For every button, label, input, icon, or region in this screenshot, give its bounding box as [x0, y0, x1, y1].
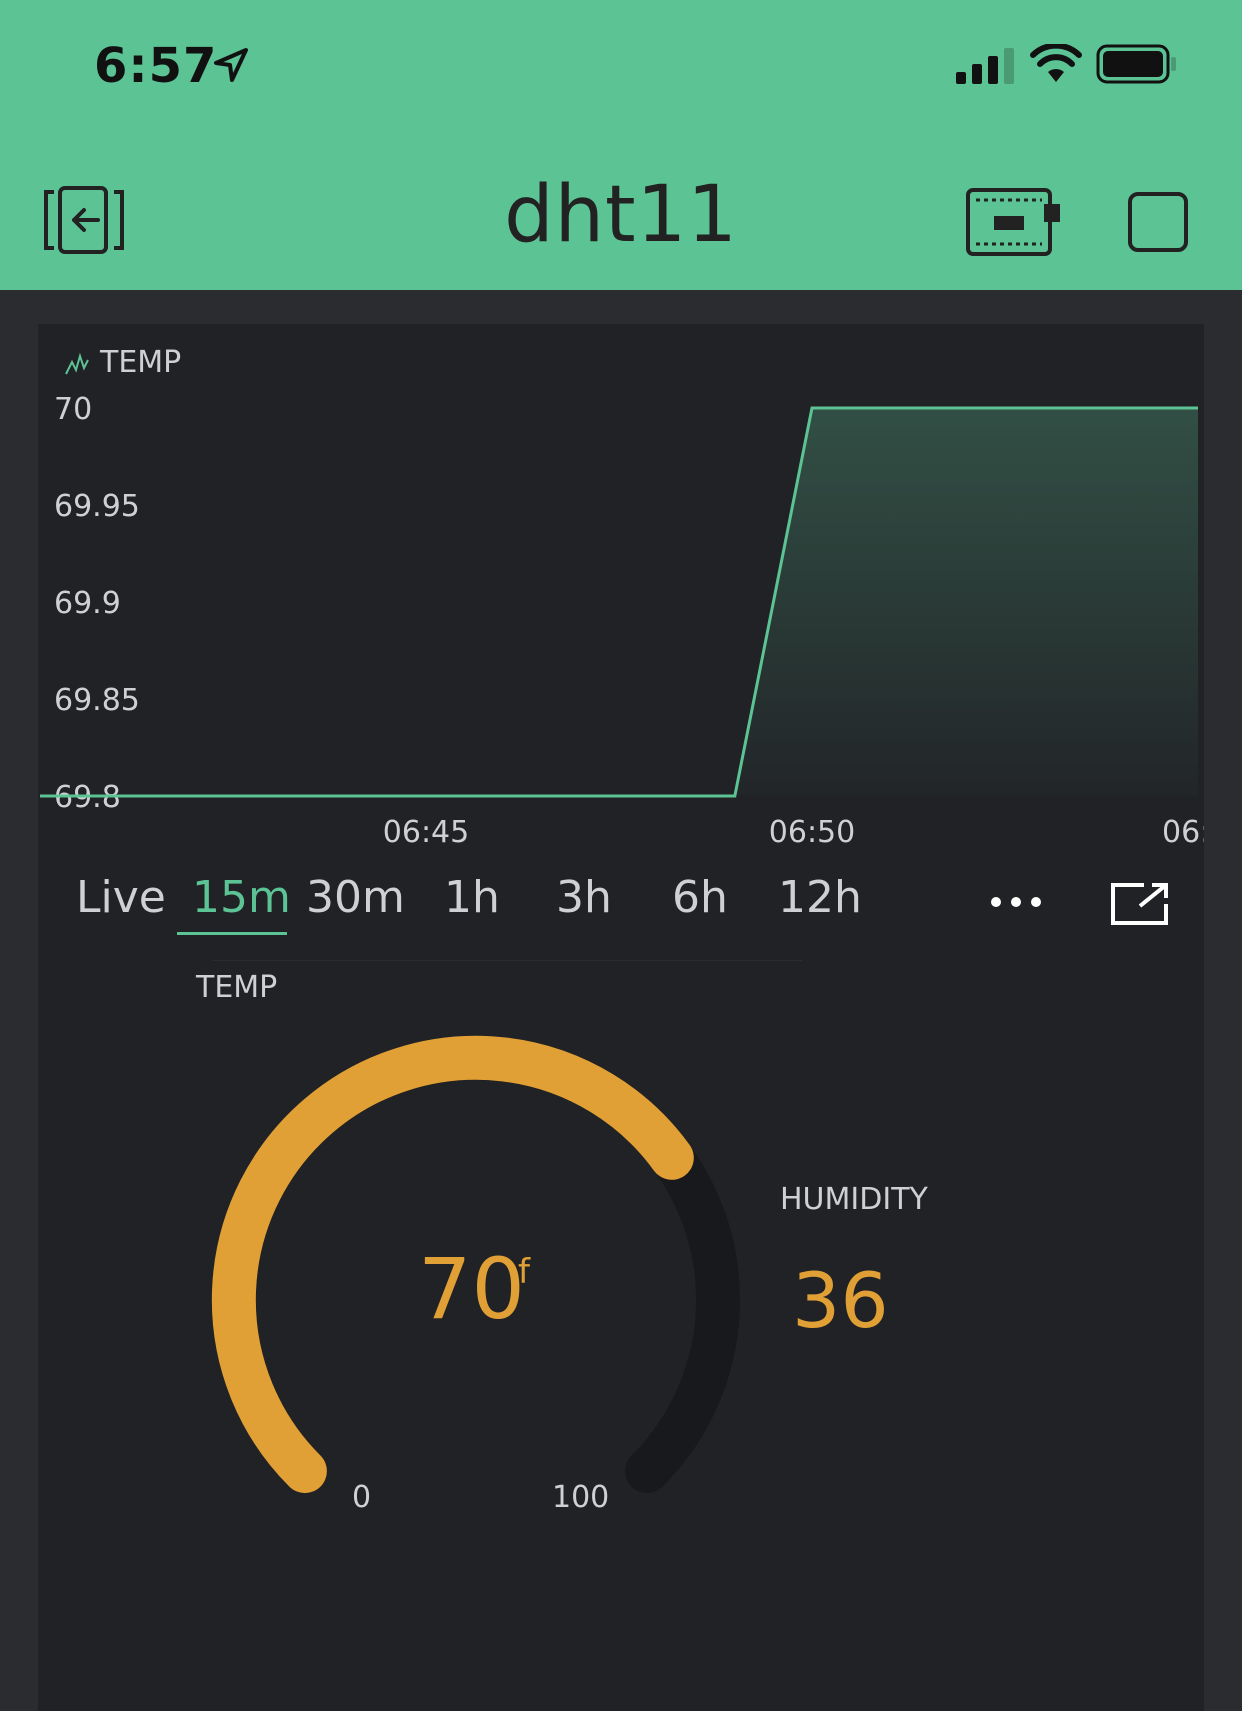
chart-legend-label: TEMP	[99, 345, 181, 380]
temp-chart[interactable]: TEMP 7069.9569.969.8569.8 06:4506:5006:	[38, 324, 1204, 864]
tab-1h[interactable]: 1h	[444, 872, 500, 923]
tab-live[interactable]: Live	[76, 872, 166, 923]
humidity-label: HUMIDITY	[780, 1182, 928, 1217]
wifi-icon	[1030, 44, 1082, 82]
tab-12h[interactable]: 12h	[778, 872, 862, 923]
x-tick-label: 06:50	[769, 815, 855, 850]
tab-divider	[212, 960, 802, 961]
tab-6h[interactable]: 6h	[672, 872, 728, 923]
tab-15m[interactable]: 15m	[192, 872, 291, 923]
y-axis-ticks: 7069.9569.969.8569.8	[54, 392, 140, 815]
gauge-unit: f	[518, 1252, 530, 1292]
tab-30m[interactable]: 30m	[306, 872, 405, 923]
expand-icon[interactable]	[1110, 882, 1170, 926]
gauge-label: TEMP	[196, 970, 278, 1005]
temp-series-area	[40, 408, 1198, 796]
x-tick-label: 06:	[1162, 815, 1204, 850]
more-icon[interactable]	[990, 892, 1042, 912]
battery-icon	[1096, 44, 1176, 84]
y-tick-label: 69.9	[54, 586, 121, 621]
device-icon[interactable]	[966, 188, 1064, 258]
active-tab-indicator	[177, 932, 287, 935]
gauge-max: 100	[552, 1480, 610, 1515]
gauge-value: 70	[418, 1240, 525, 1338]
y-tick-label: 69.85	[54, 683, 140, 718]
humidity-value: 36	[792, 1256, 889, 1345]
x-tick-label: 06:45	[383, 815, 469, 850]
gauge-min: 0	[352, 1480, 372, 1515]
time-range-tabs: Live 15m 30m 1h 3h 6h 12h	[38, 872, 1204, 962]
chart-legend-icon	[65, 352, 89, 375]
status-time: 6:57	[94, 38, 218, 94]
y-tick-label: 70	[54, 392, 92, 427]
x-axis-ticks: 06:45 06:50 06:	[383, 815, 1204, 850]
signal-icon	[956, 48, 1014, 84]
location-arrow-icon	[214, 48, 248, 82]
stop-icon[interactable]	[1128, 192, 1188, 252]
y-tick-label: 69.95	[54, 489, 140, 524]
tab-3h[interactable]: 3h	[556, 872, 612, 923]
